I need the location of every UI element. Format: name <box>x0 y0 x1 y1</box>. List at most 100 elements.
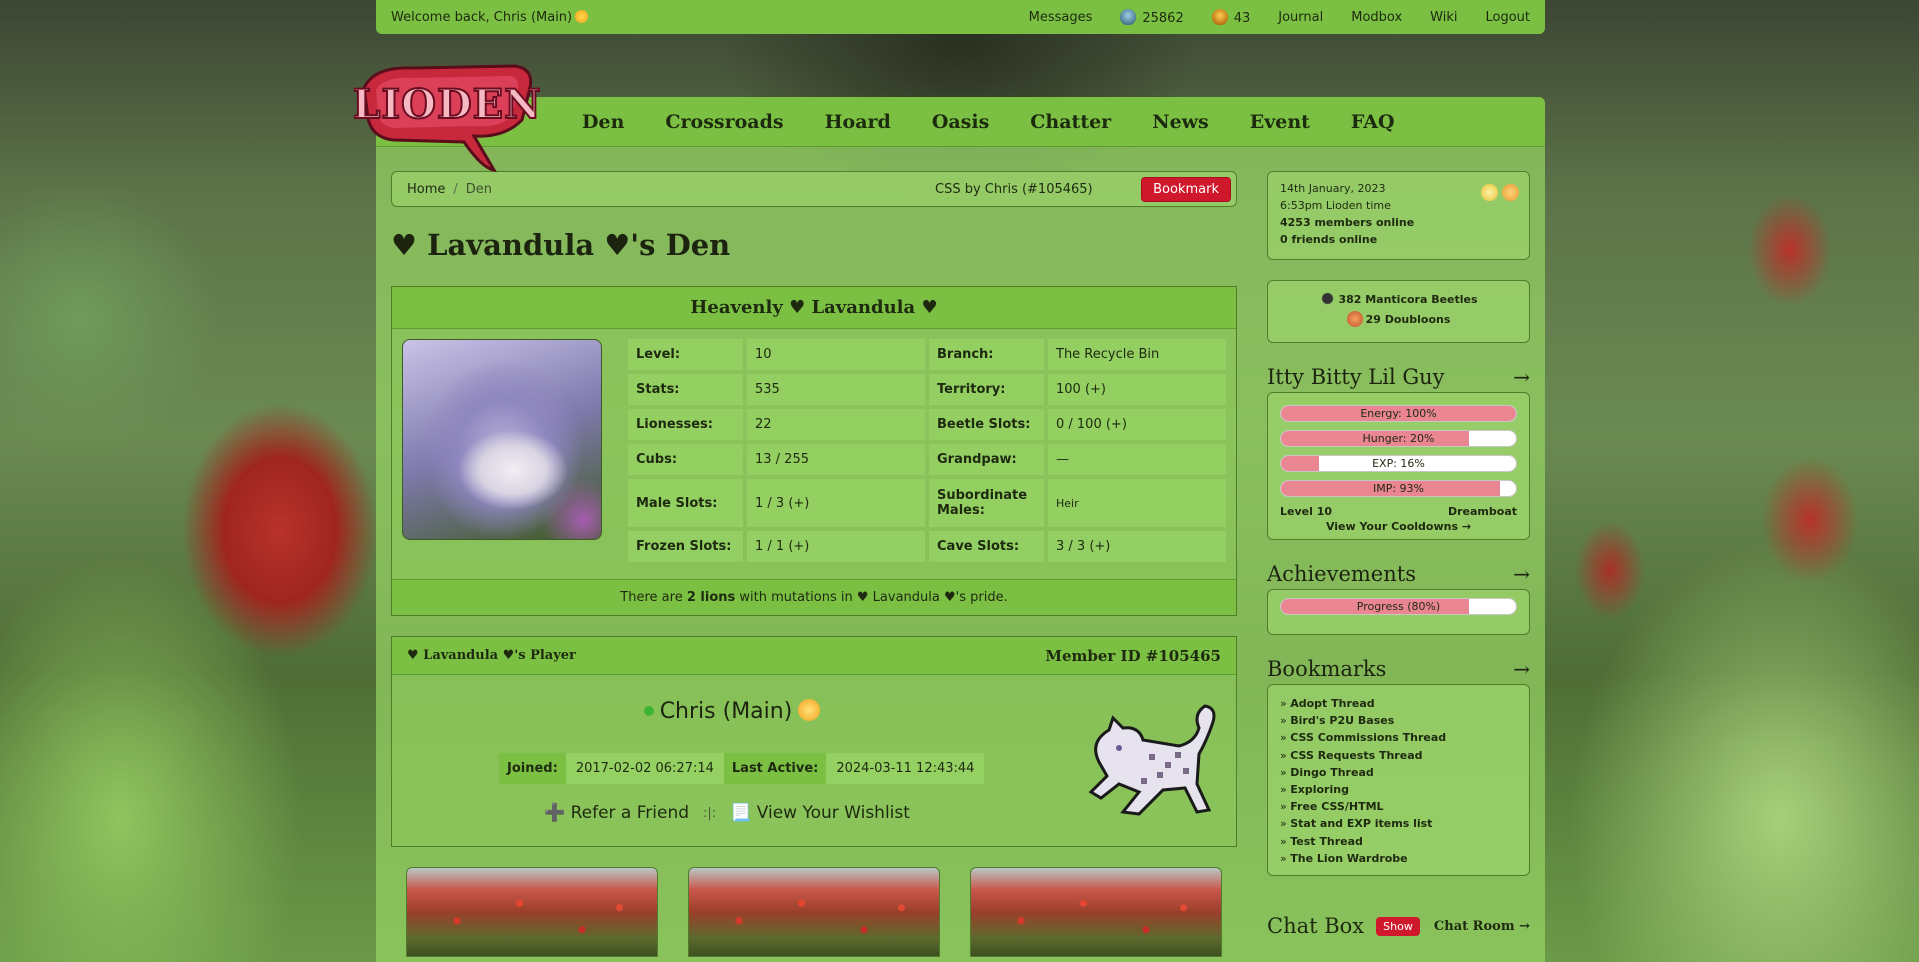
journal-link[interactable]: Journal <box>1278 10 1323 25</box>
nav-item-event[interactable]: Event <box>1250 111 1310 133</box>
guy-title-text[interactable]: Itty Bitty Lil Guy <box>1267 365 1445 389</box>
main-column: Home / Den CSS by Chris (#105465) Bookma… <box>391 171 1237 957</box>
golden-beetles-count[interactable]: 43 <box>1211 8 1250 26</box>
stat-label: Lionesses: <box>628 409 743 440</box>
guy-stat-bar: IMP: 93% <box>1280 480 1517 497</box>
mutation-post: with mutations in ♥ Lavandula ♥'s pride. <box>739 590 1008 605</box>
actions-separator: :|: <box>703 805 717 821</box>
sun-icon <box>1502 184 1519 201</box>
bookmark-button[interactable]: Bookmark <box>1141 177 1231 202</box>
bookmark-item[interactable]: Test Thread <box>1280 833 1517 850</box>
bookmarks-arrow-icon[interactable]: → <box>1513 657 1530 681</box>
player-header-title: ♥ Lavandula ♥'s Player <box>407 648 576 663</box>
doubloon-icon <box>1346 311 1363 327</box>
lion-thumbnail[interactable] <box>970 867 1222 957</box>
bookmark-item[interactable]: Dingo Thread <box>1280 764 1517 781</box>
joined-value: 2017-02-02 06:27:14 <box>565 753 724 784</box>
nav-item-crossroads[interactable]: Crossroads <box>665 111 783 133</box>
doubloons[interactable]: 29 Doubloons <box>1280 310 1517 330</box>
stat-value[interactable]: 100 (+) <box>1048 374 1226 405</box>
chat-box-title: Chat Box <box>1267 914 1365 938</box>
stat-value[interactable]: 0 / 100 (+) <box>1048 409 1226 440</box>
stat-value[interactable]: 1 / 1 (+) <box>747 531 925 562</box>
content-panel: Home / Den CSS by Chris (#105465) Bookma… <box>376 147 1545 962</box>
player-name-text[interactable]: Chris (Main) <box>660 699 793 724</box>
bookmark-item[interactable]: Bird's P2U Bases <box>1280 712 1517 729</box>
manticora-beetles[interactable]: 382 Manticora Beetles <box>1280 290 1517 310</box>
guy-stat-bar: Hunger: 20% <box>1280 430 1517 447</box>
lion-name-header[interactable]: Heavenly ♥ Lavandula ♥ <box>392 287 1236 329</box>
lion-portrait[interactable] <box>402 339 602 540</box>
stat-value: Heir <box>1048 479 1226 527</box>
wishlist-link[interactable]: 📃 View Your Wishlist <box>730 803 910 823</box>
username-link[interactable]: Chris (Main) <box>494 10 572 25</box>
stat-label: Cave Slots: <box>929 531 1044 562</box>
lion-thumbnail[interactable] <box>688 867 940 957</box>
achievements-arrow-icon[interactable]: → <box>1513 562 1530 586</box>
sun-icon <box>575 9 589 23</box>
lion-thumbnails <box>391 867 1237 957</box>
last-active-label: Last Active: <box>723 753 827 784</box>
nav-item-oasis[interactable]: Oasis <box>932 111 989 133</box>
stat-value[interactable]: 1 / 3 (+) <box>747 479 925 527</box>
achievements-title-text[interactable]: Achievements <box>1267 562 1416 586</box>
nav-item-news[interactable]: News <box>1152 111 1209 133</box>
refer-friend-link[interactable]: ➕ Refer a Friend <box>544 803 689 823</box>
beetles-count[interactable]: 25862 <box>1120 8 1184 26</box>
stat-value: — <box>1048 444 1226 475</box>
breadcrumb-home[interactable]: Home <box>407 182 445 197</box>
bookmarks-title-text[interactable]: Bookmarks <box>1267 657 1386 681</box>
cub-sprite[interactable] <box>1079 692 1219 822</box>
bookmark-item[interactable]: Adopt Thread <box>1280 695 1517 712</box>
chat-room-link[interactable]: Chat Room → <box>1434 919 1530 934</box>
bookmark-item[interactable]: Exploring <box>1280 781 1517 798</box>
stat-value: 22 <box>747 409 925 440</box>
achievement-progress-bar: Progress (80%) <box>1280 598 1517 615</box>
stat-label: Beetle Slots: <box>929 409 1044 440</box>
stat-value[interactable]: 3 / 3 (+) <box>1048 531 1226 562</box>
welcome-prefix: Welcome back, <box>391 9 490 25</box>
page-title: ♥ Lavandula ♥'s Den <box>391 228 731 262</box>
achievement-progress-label: Progress (80%) <box>1356 600 1441 613</box>
members-online[interactable]: 4253 members online <box>1280 214 1517 231</box>
lioden-logo[interactable]: LIODEN <box>354 58 540 178</box>
bookmark-item[interactable]: CSS Requests Thread <box>1280 747 1517 764</box>
stat-label: Cubs: <box>628 444 743 475</box>
friends-online[interactable]: 0 friends online <box>1280 231 1517 248</box>
guy-bars: Energy: 100% Hunger: 20% EXP: 16% IMP: 93% <box>1280 405 1517 497</box>
messages-link[interactable]: Messages <box>1029 10 1093 25</box>
guy-stat-bar: Energy: 100% <box>1280 405 1517 422</box>
guy-title: Itty Bitty Lil Guy → <box>1267 362 1530 392</box>
modbox-link[interactable]: Modbox <box>1351 10 1402 25</box>
guy-stat-bar-label: EXP: 16% <box>1372 457 1425 470</box>
stat-label: Frozen Slots: <box>628 531 743 562</box>
nav-item-chatter[interactable]: Chatter <box>1030 111 1111 133</box>
lion-thumbnail[interactable] <box>406 867 658 957</box>
nav-item-hoard[interactable]: Hoard <box>825 111 891 133</box>
nav-item-den[interactable]: Den <box>582 111 624 133</box>
bookmark-item[interactable]: Free CSS/HTML <box>1280 798 1517 815</box>
currency-box: 382 Manticora Beetles 29 Doubloons <box>1267 280 1530 343</box>
achievements-box: Progress (80%) <box>1267 589 1530 635</box>
bookmark-item[interactable]: CSS Commissions Thread <box>1280 729 1517 746</box>
main-navbar: Den Crossroads Hoard Oasis Chatter News Event F… <box>376 97 1545 147</box>
logout-link[interactable]: Logout <box>1485 10 1530 25</box>
cooldowns-link[interactable]: View Your Cooldowns → <box>1280 520 1517 533</box>
golden-beetle-icon <box>1211 8 1228 25</box>
nav-item-faq[interactable]: FAQ <box>1351 111 1395 133</box>
weather-icons <box>1481 184 1519 201</box>
bookmarks-title: Bookmarks → <box>1267 654 1530 684</box>
manticora-beetles-value: 382 Manticora Beetles <box>1338 293 1478 306</box>
show-chat-button[interactable]: Show <box>1376 916 1420 936</box>
sun-icon <box>1481 184 1498 201</box>
guy-level: Level 10 <box>1280 505 1333 518</box>
css-credit[interactable]: CSS by Chris (#105465) <box>935 182 1093 197</box>
player-header: ♥ Lavandula ♥'s Player Member ID #105465 <box>392 637 1236 675</box>
bookmark-item[interactable]: The Lion Wardrobe <box>1280 850 1517 867</box>
wiki-link[interactable]: Wiki <box>1430 10 1457 25</box>
stat-label: Stats: <box>628 374 743 405</box>
guy-arrow-icon[interactable]: → <box>1513 365 1530 389</box>
sidebar: 14th January, 2023 6:53pm Lioden time 42… <box>1267 171 1530 938</box>
top-links: Messages 25862 43 Journal Modbox Wiki Lo… <box>1029 8 1530 26</box>
bookmark-item[interactable]: Stat and EXP items list <box>1280 815 1517 832</box>
